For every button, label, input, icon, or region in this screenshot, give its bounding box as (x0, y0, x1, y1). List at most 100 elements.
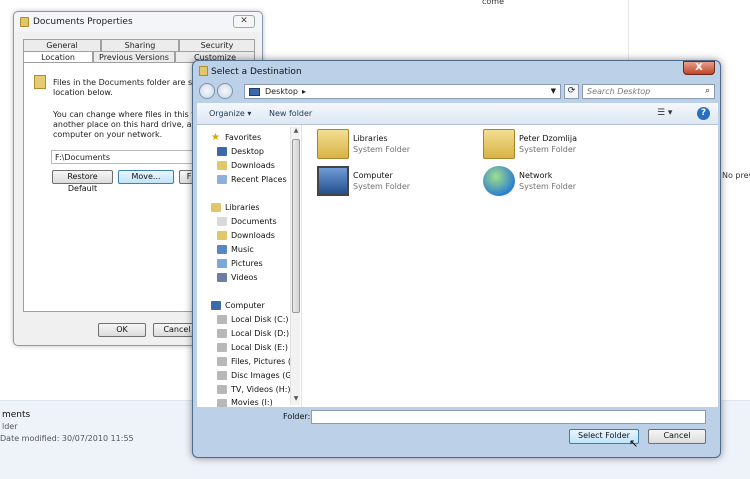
libraries-icon (211, 203, 221, 212)
nav-desktop[interactable]: Desktop (231, 147, 264, 156)
destination-titlebar: Select a Destination X (193, 61, 720, 81)
details-type: lder (2, 422, 18, 431)
properties-titlebar: Documents Properties ✕ (14, 12, 262, 32)
favorites-star-icon: ★ (211, 132, 220, 143)
navigation-pane: ★ Favorites Desktop Downloads Recent Pla… (197, 125, 302, 407)
downloads-icon (217, 231, 227, 240)
browser-content: ★ Favorites Desktop Downloads Recent Pla… (197, 125, 718, 407)
item-computer[interactable]: Computer System Folder (317, 166, 482, 200)
pictures-icon (217, 259, 227, 268)
nav-drive-c[interactable]: Local Disk (C:) (231, 315, 289, 324)
scrollbar-thumb[interactable] (292, 139, 300, 313)
nav-lib-pictures[interactable]: Pictures (231, 259, 263, 268)
help-icon: ? (700, 108, 707, 118)
drive-icon (217, 371, 227, 380)
drive-icon (217, 315, 227, 324)
libraries-folder-icon (317, 129, 349, 159)
close-button[interactable]: X (683, 61, 715, 75)
computer-icon (211, 301, 221, 310)
change-view-button[interactable]: ☰ ▾ (657, 108, 672, 118)
explorer-fragment: come (482, 0, 505, 6)
select-destination-dialog: Select a Destination X Desktop ▸ ▼ ⟳ Sea… (192, 60, 721, 458)
scroll-down-icon[interactable]: ▼ (292, 395, 300, 402)
item-name: Network (519, 171, 553, 180)
search-input[interactable]: Search Desktop ⌕ (582, 84, 715, 99)
cancel-button[interactable]: Cancel (648, 429, 706, 444)
details-modified: Date modified: 30/07/2010 11:55 (0, 434, 134, 443)
nav-drive-d[interactable]: Local Disk (D:) (231, 329, 289, 338)
move-button[interactable]: Move... (118, 170, 174, 184)
item-name: Libraries (353, 134, 388, 143)
recent-places-icon (217, 175, 227, 184)
item-name: Computer (353, 171, 393, 180)
new-folder-button[interactable]: New folder (269, 109, 312, 118)
nav-downloads[interactable]: Downloads (231, 161, 275, 170)
mouse-cursor-icon: ↖ (629, 437, 639, 450)
videos-icon (217, 273, 227, 282)
item-type: System Folder (353, 182, 411, 191)
item-libraries[interactable]: Libraries System Folder (317, 129, 482, 163)
item-type: System Folder (353, 145, 411, 154)
desktop-icon (249, 88, 260, 96)
folder-field[interactable] (311, 410, 706, 424)
tab-general[interactable]: General (23, 39, 101, 51)
refresh-icon: ⟳ (567, 86, 576, 96)
documents-folder-icon (34, 75, 46, 89)
user-folder-icon (483, 129, 515, 159)
documents-icon (217, 217, 227, 226)
drive-icon (217, 343, 227, 352)
folder-icon (199, 66, 208, 76)
network-globe-icon (483, 166, 515, 196)
folder-label: Folder: (283, 412, 311, 421)
preview-pane-text: No prev (722, 171, 750, 180)
item-type: System Folder (519, 182, 577, 191)
nav-computer[interactable]: Computer (225, 301, 265, 310)
nav-scrollbar[interactable]: ▲ ▼ (290, 127, 300, 405)
restore-default-button[interactable]: Restore Default (52, 170, 113, 193)
item-network[interactable]: Network System Folder (483, 166, 648, 200)
nav-lib-videos[interactable]: Videos (231, 273, 258, 282)
desktop-icon (217, 147, 227, 156)
close-button[interactable]: ✕ (233, 15, 255, 28)
chevron-right-icon[interactable]: ▸ (302, 87, 306, 96)
computer-icon (317, 166, 349, 196)
address-crumb[interactable]: Desktop (265, 87, 298, 96)
item-type: System Folder (519, 145, 577, 154)
nav-drive-i[interactable]: Movies (I:) (231, 398, 273, 407)
nav-drive-g[interactable]: Disc Images (G:) (231, 371, 297, 380)
command-bar: Organize ▾ New folder ☰ ▾ ? (197, 103, 718, 125)
nav-libraries[interactable]: Libraries (225, 203, 260, 212)
address-bar[interactable]: Desktop ▸ ▼ (244, 84, 561, 99)
details-name: ments (2, 410, 31, 420)
chevron-down-icon[interactable]: ▼ (551, 87, 556, 95)
item-user-folder[interactable]: Peter Dzomlija System Folder (483, 129, 648, 163)
properties-title: Documents Properties (33, 17, 133, 27)
nav-lib-music[interactable]: Music (231, 245, 254, 254)
forward-button[interactable] (217, 83, 233, 99)
folder-icon (20, 17, 29, 27)
scroll-up-icon[interactable]: ▲ (292, 127, 300, 134)
tab-row-1: General Sharing Security (23, 39, 255, 51)
tab-security[interactable]: Security (179, 39, 255, 51)
nav-drive-h[interactable]: TV, Videos (H:) (231, 385, 291, 394)
downloads-icon (217, 161, 227, 170)
destination-title: Select a Destination (211, 67, 302, 77)
search-icon[interactable]: ⌕ (705, 86, 710, 96)
drive-icon (217, 385, 227, 394)
nav-favorites[interactable]: Favorites (225, 133, 261, 142)
organize-button[interactable]: Organize ▾ (209, 109, 251, 118)
drive-icon (217, 357, 227, 366)
nav-lib-documents[interactable]: Documents (231, 217, 277, 226)
nav-recent-places[interactable]: Recent Places (231, 175, 287, 184)
nav-drive-e[interactable]: Local Disk (E:) (231, 343, 288, 352)
nav-lib-downloads[interactable]: Downloads (231, 231, 275, 240)
ok-button[interactable]: OK (98, 323, 146, 337)
tab-sharing[interactable]: Sharing (101, 39, 179, 51)
view-icon: ☰ ▾ (657, 108, 673, 118)
refresh-button[interactable]: ⟳ (564, 84, 579, 99)
back-button[interactable] (199, 83, 215, 99)
help-button[interactable]: ? (697, 107, 710, 120)
item-name: Peter Dzomlija (519, 134, 577, 143)
drive-icon (217, 399, 227, 407)
music-icon (217, 245, 227, 254)
